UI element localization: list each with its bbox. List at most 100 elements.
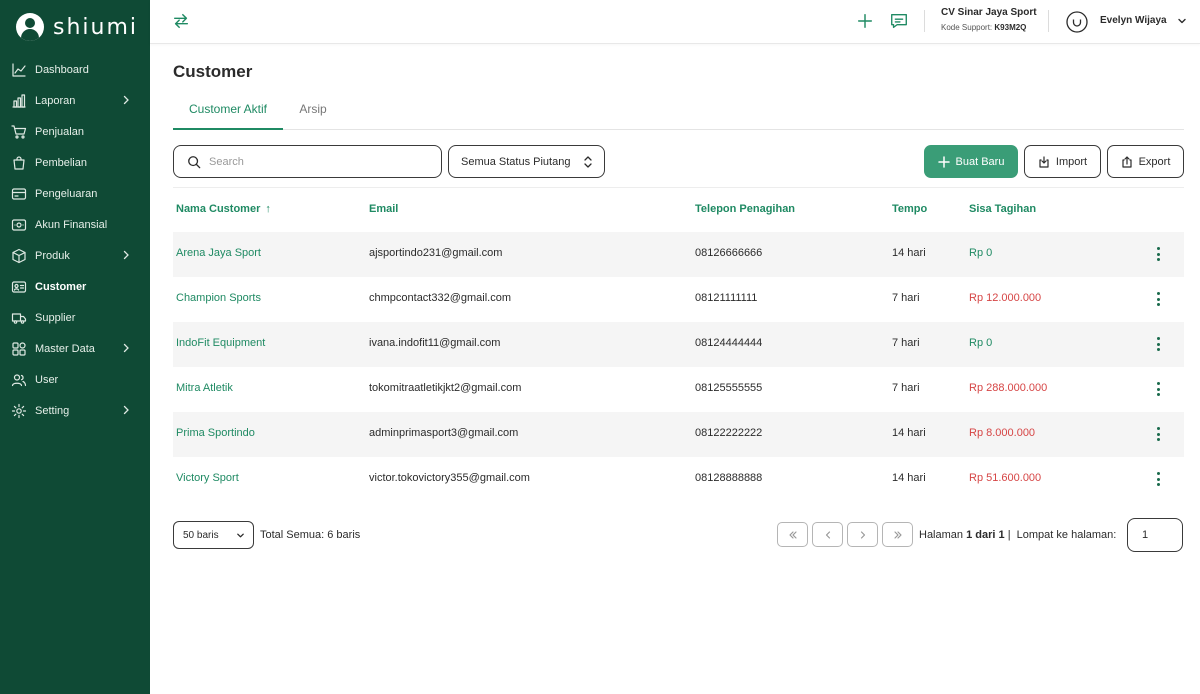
table-row[interactable]: IndoFit Equipment ivana.indofit11@gmail.c…: [173, 322, 1184, 367]
plus-icon: [937, 155, 950, 168]
row-menu-icon[interactable]: [1151, 380, 1165, 398]
chevron-right-icon: [123, 250, 129, 260]
tab-arsip[interactable]: Arsip: [288, 96, 338, 130]
sidebar-item-produk[interactable]: Produk: [0, 240, 150, 271]
sidebar-nav: Dashboard Laporan Penjualan Pembelian Pengel…: [0, 54, 150, 426]
customer-name-link[interactable]: Mitra Atletik: [176, 382, 233, 394]
shopping-bag-icon: [11, 155, 27, 171]
divider: [924, 10, 925, 32]
customer-tempo: 14 hari: [892, 427, 926, 439]
status-filter-select[interactable]: Semua Status Piutang: [448, 145, 605, 178]
topbar: CV Sinar Jaya Sport Kode Support: K93M2Q…: [150, 0, 1200, 44]
first-page-button[interactable]: [777, 522, 808, 547]
app-logo[interactable]: shiumi: [16, 12, 138, 42]
customer-phone: 08128888888: [695, 472, 763, 484]
export-icon: [1121, 155, 1132, 168]
customer-tempo: 14 hari: [892, 472, 926, 484]
sidebar-item-dashboard[interactable]: Dashboard: [0, 54, 150, 85]
sidebar-item-label: Pengeluaran: [35, 187, 98, 200]
chevron-down-icon[interactable]: [1177, 16, 1187, 26]
table-row[interactable]: Champion Sports chmpcontact332@gmail.com 0…: [173, 277, 1184, 322]
sidebar-item-user[interactable]: User: [0, 364, 150, 395]
customer-phone: 08125555555: [695, 382, 763, 394]
sidebar: shiumi Dashboard Laporan Penjualan Pembelia…: [0, 0, 150, 694]
company-name: CV Sinar Jaya Sport: [941, 7, 1037, 18]
company-info: CV Sinar Jaya Sport Kode Support: K93M2Q: [941, 7, 1051, 32]
sidebar-item-laporan[interactable]: Laporan: [0, 85, 150, 116]
table-row[interactable]: Arena Jaya Sport ajsportindo231@gmail.com…: [173, 232, 1184, 277]
status-filter-value: Semua Status Piutang: [461, 155, 571, 168]
import-button[interactable]: Import: [1024, 145, 1101, 178]
row-menu-icon[interactable]: [1151, 245, 1165, 263]
sidebar-item-label: User: [35, 373, 59, 386]
sidebar-item-akun-finansial[interactable]: Akun Finansial: [0, 209, 150, 240]
contact-card-icon: [11, 279, 27, 295]
rows-per-page-select[interactable]: 50 baris: [173, 521, 254, 549]
table-row[interactable]: Victory Sport victor.tokovictory355@gmail…: [173, 457, 1184, 502]
customer-balance: Rp 288.000.000: [969, 382, 1048, 394]
customer-phone: 08121111111: [695, 292, 758, 304]
chevrons-right-icon: [893, 530, 902, 539]
customer-tempo: 14 hari: [892, 247, 926, 259]
logo-icon: [16, 13, 44, 41]
customer-phone: 08122222222: [695, 427, 763, 439]
divider: [1048, 10, 1049, 32]
customer-name-link[interactable]: Champion Sports: [176, 292, 261, 304]
export-button[interactable]: Export: [1107, 145, 1184, 178]
customer-name-link[interactable]: IndoFit Equipment: [176, 337, 265, 349]
row-menu-icon[interactable]: [1151, 290, 1165, 308]
sidebar-item-setting[interactable]: Setting: [0, 395, 150, 426]
chat-icon[interactable]: [889, 11, 909, 31]
customer-email: chmpcontact332@gmail.com: [369, 292, 512, 304]
next-page-button[interactable]: [847, 522, 878, 547]
jump-to-page-input[interactable]: [1127, 518, 1183, 552]
row-menu-icon[interactable]: [1151, 335, 1165, 353]
column-header-email[interactable]: Email: [369, 203, 398, 215]
sort-asc-icon[interactable]: ↑: [265, 203, 271, 215]
customer-balance: Rp 12.000.000: [969, 292, 1042, 304]
page-info: Halaman 1 dari 1 | Lompat ke halaman:: [919, 529, 1117, 541]
truck-icon: [11, 310, 27, 326]
logo-text: shiumi: [53, 14, 139, 40]
user-name[interactable]: Evelyn Wijaya: [1100, 15, 1167, 26]
search-input[interactable]: [209, 155, 429, 168]
prev-page-button[interactable]: [812, 522, 843, 547]
row-menu-icon[interactable]: [1151, 425, 1165, 443]
export-button-label: Export: [1138, 155, 1171, 168]
customer-name-link[interactable]: Prima Sportindo: [176, 427, 255, 439]
sidebar-item-pembelian[interactable]: Pembelian: [0, 147, 150, 178]
support-code: Kode Support: K93M2Q: [941, 23, 1027, 32]
sidebar-item-pengeluaran[interactable]: Pengeluaran: [0, 178, 150, 209]
chevron-right-icon: [123, 95, 129, 105]
search-box[interactable]: [173, 145, 442, 178]
customer-email: adminprimasport3@gmail.com: [369, 427, 519, 439]
sidebar-item-supplier[interactable]: Supplier: [0, 302, 150, 333]
table-row[interactable]: Prima Sportindo adminprimasport3@gmail.co…: [173, 412, 1184, 457]
create-button-label: Buat Baru: [955, 155, 1005, 168]
column-header-name[interactable]: Nama Customer ↑: [176, 203, 271, 215]
sidebar-item-label: Supplier: [35, 311, 76, 324]
row-menu-icon[interactable]: [1151, 470, 1165, 488]
swap-icon[interactable]: [172, 12, 190, 30]
chevron-down-icon: [237, 533, 244, 538]
column-header-tempo[interactable]: Tempo: [892, 203, 927, 215]
sidebar-item-label: Produk: [35, 249, 70, 262]
last-page-button[interactable]: [882, 522, 913, 547]
table-row[interactable]: Mitra Atletik tokomitraatletikjkt2@gmail.…: [173, 367, 1184, 412]
create-button[interactable]: Buat Baru: [924, 145, 1018, 178]
customer-phone: 08124444444: [695, 337, 763, 349]
add-icon[interactable]: [856, 12, 874, 30]
sidebar-item-customer[interactable]: Customer: [0, 271, 150, 302]
column-header-phone[interactable]: Telepon Penagihan: [695, 203, 795, 215]
money-icon: [11, 217, 27, 233]
avatar-icon[interactable]: [1066, 11, 1088, 33]
column-header-balance[interactable]: Sisa Tagihan: [969, 203, 1036, 215]
sidebar-item-penjualan[interactable]: Penjualan: [0, 116, 150, 147]
sidebar-item-master-data[interactable]: Master Data: [0, 333, 150, 364]
sidebar-item-label: Laporan: [35, 94, 76, 107]
customer-tempo: 7 hari: [892, 337, 920, 349]
customer-name-link[interactable]: Arena Jaya Sport: [176, 247, 261, 259]
customer-tempo: 7 hari: [892, 292, 920, 304]
tab-customer-aktif[interactable]: Customer Aktif: [173, 96, 283, 130]
customer-name-link[interactable]: Victory Sport: [176, 472, 239, 484]
